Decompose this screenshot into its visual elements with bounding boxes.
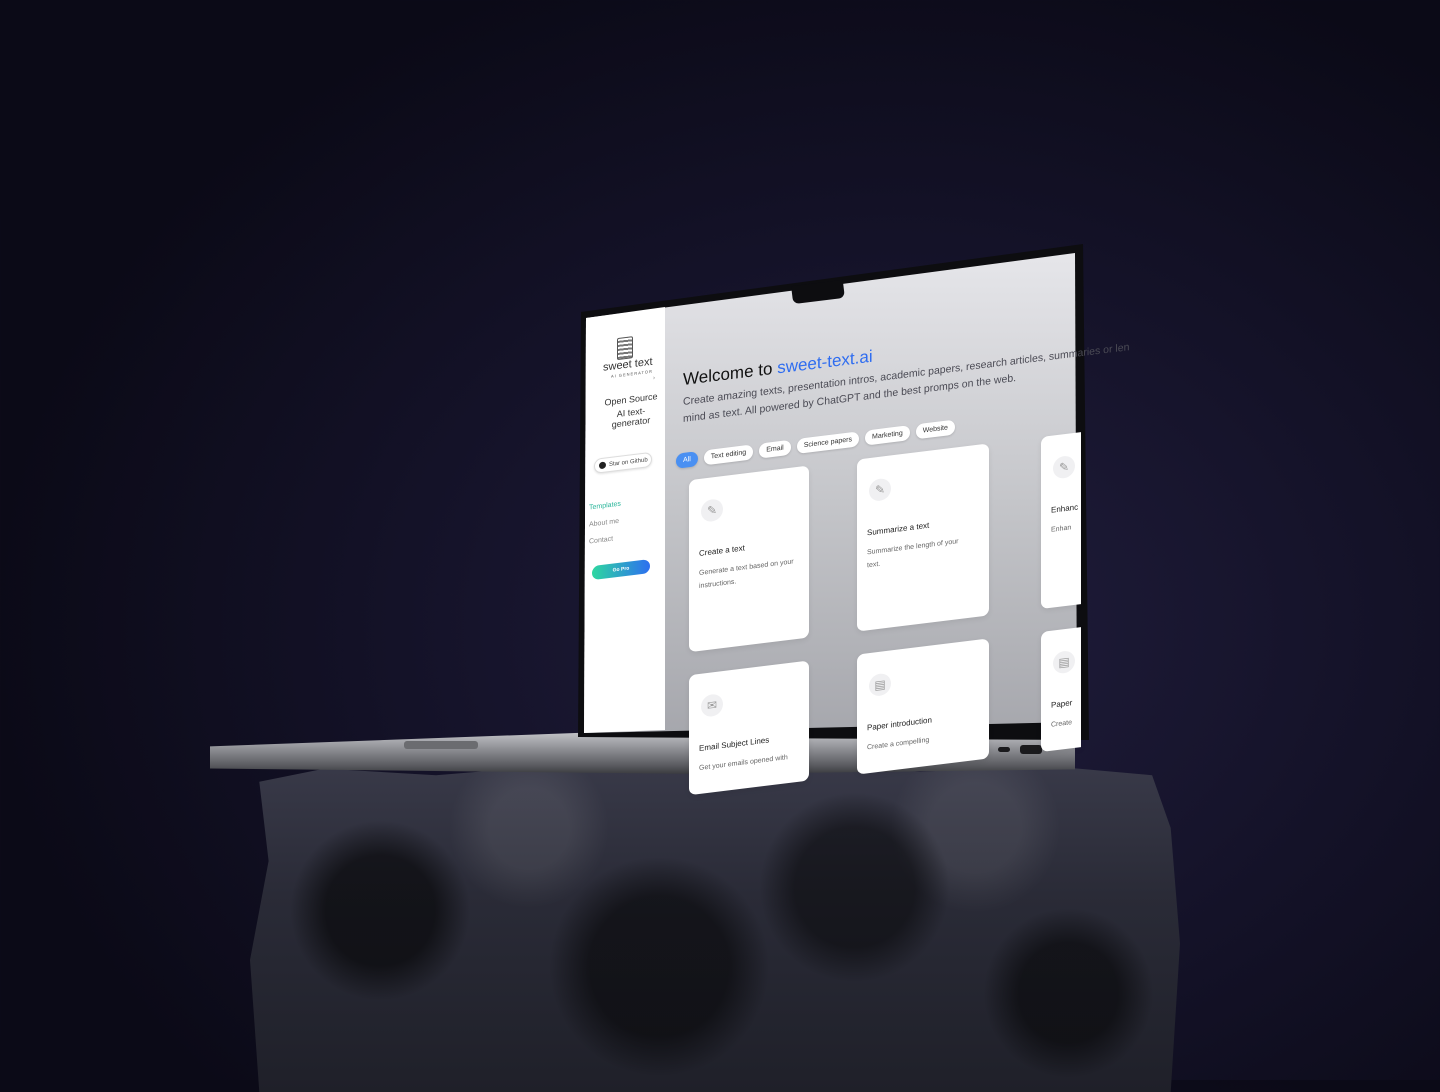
github-star-button[interactable]: Star on Github [594, 451, 652, 474]
template-card-create-text[interactable]: ✎ Create a text Generate a text based on… [689, 465, 809, 653]
tab-website[interactable]: Website [915, 419, 955, 440]
document-icon: ▤ [1053, 649, 1075, 675]
laptop-port-hdmi [1020, 745, 1042, 754]
card-title: Create a text [699, 543, 745, 559]
card-title: Enhanc [1051, 502, 1079, 515]
page-description: Create amazing texts, presentation intro… [683, 341, 1129, 428]
tab-all[interactable]: All [676, 451, 698, 469]
laptop-trackpad-notch [404, 741, 478, 749]
github-icon [599, 461, 606, 470]
edit-icon: ✎ [869, 477, 891, 503]
card-title: Summarize a text [867, 520, 930, 538]
edit-icon: ✎ [701, 498, 723, 523]
template-card-paper[interactable]: ▤ Paper Create [1041, 627, 1081, 753]
edit-icon: ✎ [1053, 454, 1075, 480]
nav-about-me[interactable]: About me [589, 518, 619, 529]
app-content: sweet text AI GENERATOR › Open Source AI… [585, 239, 1129, 796]
template-card-summarize-text[interactable]: ✎ Summarize a text Summarize the length … [857, 443, 989, 632]
collapse-chevron-icon[interactable]: › [653, 375, 655, 381]
document-icon: ▤ [869, 672, 891, 698]
card-description: Enhan [1051, 524, 1072, 534]
card-description: Create a compelling [867, 736, 930, 752]
go-pro-button[interactable]: Go Pro [592, 559, 650, 581]
nav-templates[interactable]: Templates [589, 501, 621, 512]
github-star-label: Star on Github [609, 456, 648, 468]
logo-icon [617, 336, 633, 361]
tab-email[interactable]: Email [759, 439, 791, 459]
tab-marketing[interactable]: Marketing [864, 425, 910, 446]
template-card-paper-intro[interactable]: ▤ Paper introduction Create a compelling [857, 638, 989, 775]
card-description: Get your emails opened with [699, 754, 788, 773]
rock-pedestal [250, 762, 1180, 1092]
nav-contact[interactable]: Contact [589, 536, 613, 546]
mail-icon: ✉ [701, 693, 723, 718]
laptop-port-usb [998, 747, 1010, 752]
card-description: Create [1051, 719, 1073, 729]
card-title: Email Subject Lines [699, 735, 770, 754]
card-title: Paper introduction [867, 715, 932, 733]
tab-text-editing[interactable]: Text editing [703, 444, 754, 466]
card-description: Summarize the length of your text. [867, 538, 959, 570]
tab-science-papers[interactable]: Science papers [796, 431, 859, 455]
template-card-enhance[interactable]: ✎ Enhanc Enhan [1041, 432, 1081, 610]
tagline-line-2: AI text-generator [611, 405, 651, 430]
template-card-email-subject[interactable]: ✉ Email Subject Lines Get your emails op… [689, 660, 809, 796]
card-description: Generate a text based on your instructio… [699, 558, 794, 591]
card-title: Paper [1051, 698, 1073, 710]
